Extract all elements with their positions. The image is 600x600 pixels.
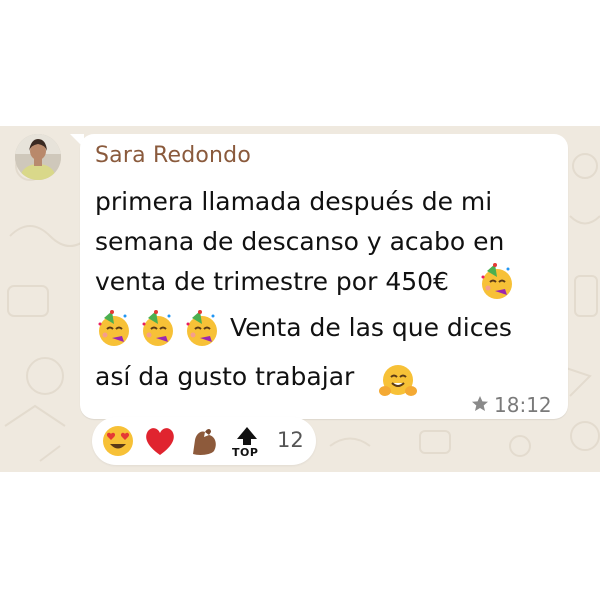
sender-name[interactable]: Sara Redondo	[95, 143, 251, 168]
partying-face-icon	[186, 310, 217, 346]
message-line-1: primera llamada después de mi	[95, 187, 493, 216]
partying-face-icon	[142, 310, 173, 346]
top-arrow-icon[interactable]	[233, 425, 261, 445]
reaction-count[interactable]: 12	[277, 428, 304, 452]
message-line-5: así da gusto trabajar	[95, 362, 355, 391]
top-label: TOP	[232, 446, 259, 459]
flexed-biceps-icon[interactable]	[187, 424, 221, 458]
hugging-face-icon	[379, 365, 417, 396]
avatar-photo	[15, 134, 61, 180]
star-icon	[472, 396, 488, 411]
avatar[interactable]	[15, 134, 61, 180]
heart-eyes-icon[interactable]	[101, 424, 135, 458]
partying-face-icon	[98, 310, 129, 346]
message-line-3: venta de trimestre por 450€	[95, 267, 449, 296]
partying-face-icon	[481, 263, 512, 299]
message-line-2: semana de descanso y acabo en	[95, 227, 505, 256]
red-heart-icon[interactable]	[143, 425, 177, 457]
message-line-4: Venta de las que dices	[230, 313, 512, 342]
message-time: 18:12	[494, 393, 552, 417]
